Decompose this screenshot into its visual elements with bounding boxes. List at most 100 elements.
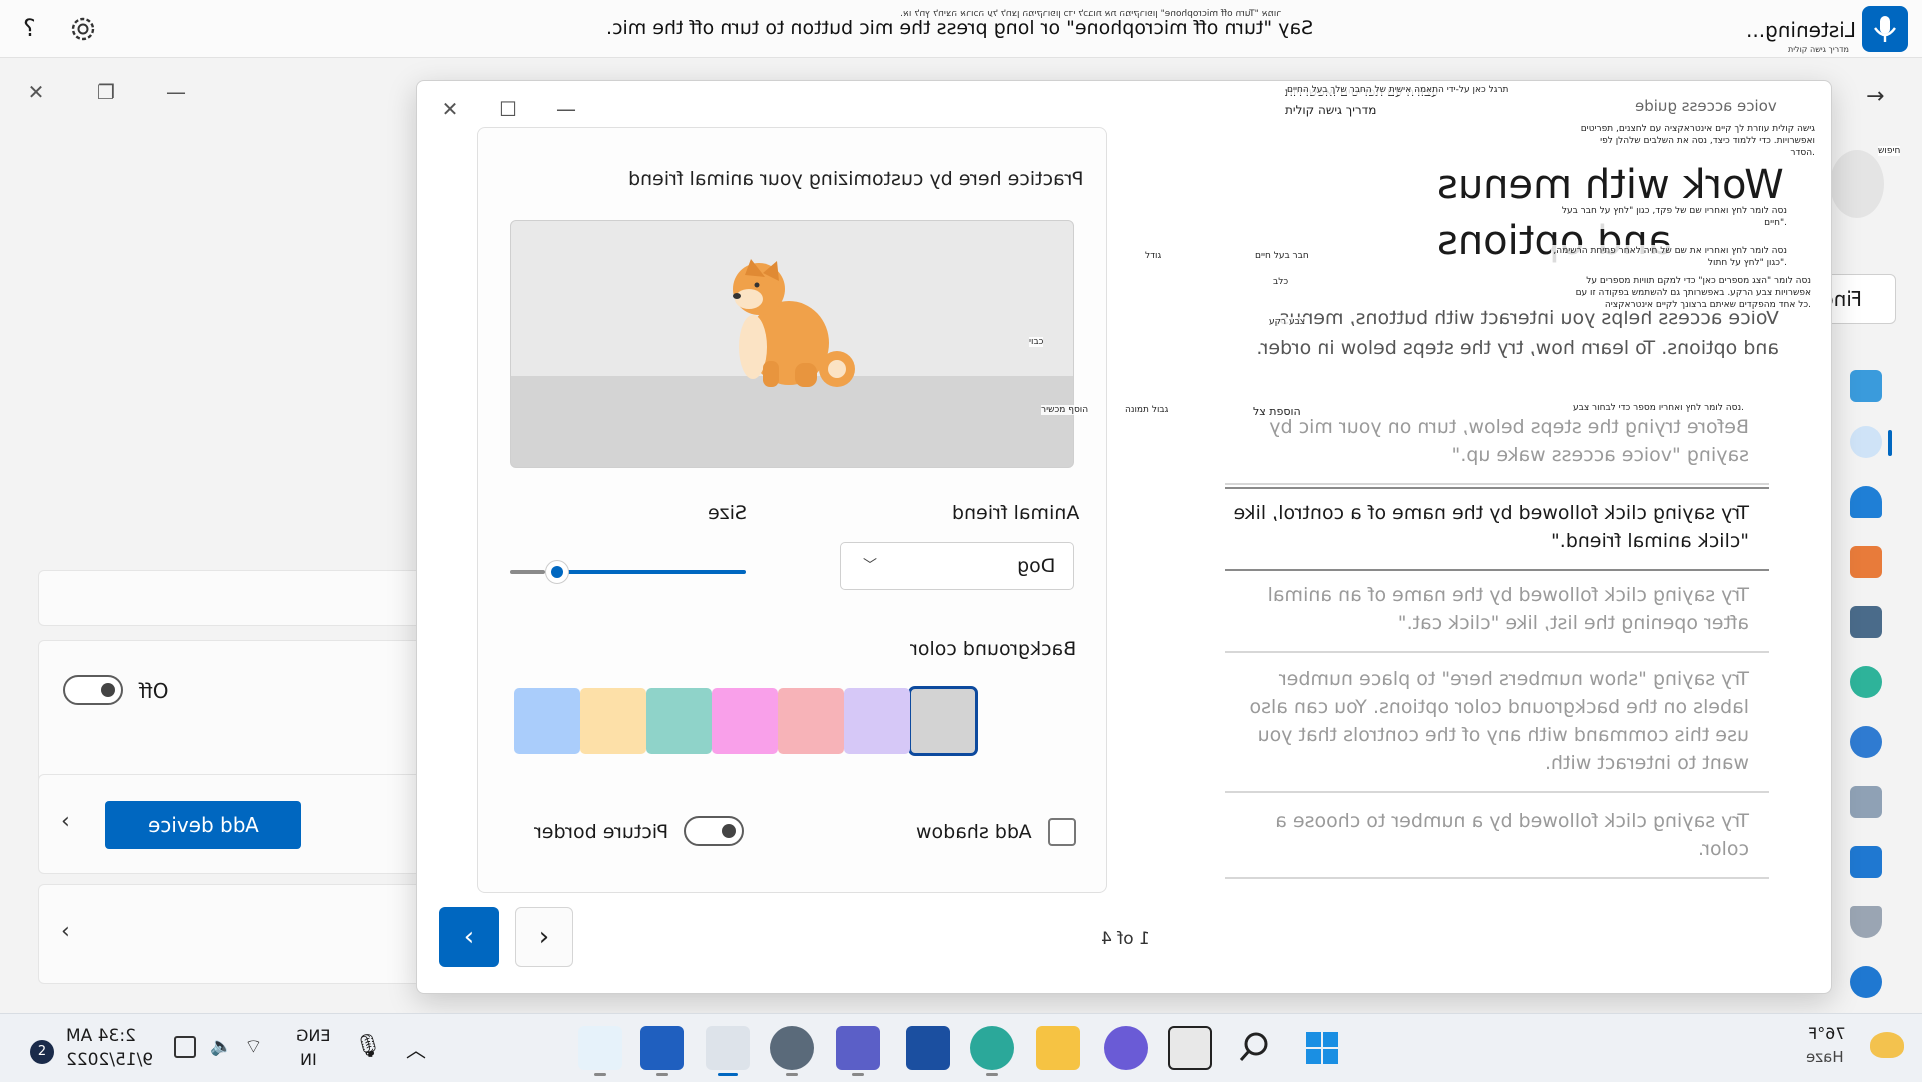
picture-border-toggle[interactable] [684,816,744,846]
clock-date[interactable]: 9/15/2022 [66,1050,153,1070]
dog-illustration [733,259,855,387]
personalization-icon[interactable] [1850,546,1882,578]
windows-update-icon[interactable] [1850,966,1882,998]
clock-time[interactable]: 2:34 AM [66,1026,136,1046]
color-swatch-magenta[interactable] [712,688,778,754]
weather-temperature[interactable]: 76°F [1808,1024,1846,1043]
tag-dog: כלב [1273,277,1289,287]
add-device-button[interactable]: Add device [105,801,301,849]
voice-access-app-icon[interactable] [578,1026,622,1076]
tag-step-5: נסה לומר לחץ ואחריו מספר כדי לבחור צבע. [1573,403,1744,413]
teams-app-icon[interactable] [836,1026,880,1076]
settings-card-add-device: ‹ Add device [38,774,458,874]
page-indicator: 1 of 4 [1101,929,1150,949]
guide-step-4: Try saying "show numbers here" to place … [1225,655,1769,793]
gaming-icon[interactable] [1850,786,1882,818]
language-region[interactable]: IN [300,1050,317,1069]
network-icon[interactable] [1850,486,1882,518]
practice-panel: Practice here by customizing your animal… [477,127,1107,893]
guide-intro: Voice access helps you interact with but… [1256,307,1779,359]
picture-border-label: Picture border [534,821,669,843]
accessibility-icon[interactable] [1850,846,1882,878]
color-swatch-peach[interactable] [580,688,646,754]
microphone-button[interactable] [1862,6,1908,52]
add-shadow-checkbox[interactable] [1048,818,1076,846]
bluetooth-icon[interactable] [1850,426,1882,458]
color-swatch-blue[interactable] [514,688,580,754]
chat-app-icon[interactable] [1104,1026,1148,1070]
microphone-icon [1874,16,1896,42]
file-explorer-icon[interactable] [1036,1026,1080,1070]
accounts-icon[interactable] [1850,666,1882,698]
animal-friend-label: Animal friend [952,502,1080,524]
mic-muted-icon[interactable]: 🎙 [354,1034,382,1059]
color-swatch-lavender[interactable] [844,688,910,754]
animal-friend-dropdown[interactable]: ﹀ Dog [840,542,1074,590]
background-color-label: Background color [910,638,1077,660]
avatar[interactable] [1830,150,1884,218]
word-app-icon[interactable] [640,1026,684,1076]
battery-icon[interactable] [174,1036,196,1058]
search-icon[interactable] [1232,1026,1276,1070]
restore-icon[interactable]: ❐ [86,74,126,110]
tag-search: חיפוש [1878,146,1901,156]
tag-off: כבוי [1029,337,1044,347]
size-slider[interactable] [510,560,746,584]
weather-icon[interactable] [1870,1032,1904,1058]
guide-step-5: Try saying click followed by a number to… [1225,797,1769,879]
minimize-icon[interactable]: — [156,74,196,110]
settings-card-more[interactable]: ‹ [38,884,458,984]
voice-access-guide-window: ✕ ☐ — voice access guide Work with menus… [416,80,1832,994]
system-icon[interactable] [1850,370,1882,402]
bluetooth-toggle[interactable] [63,675,123,705]
privacy-security-icon[interactable] [1850,906,1882,938]
tag-size: גודל [1145,251,1162,261]
apps-icon[interactable] [1850,606,1882,638]
wifi-icon[interactable]: ⌔ [244,1034,263,1059]
guide-maximize-icon[interactable]: ☐ [485,89,531,129]
volume-icon[interactable]: 🔈 [210,1036,232,1057]
close-icon[interactable]: ✕ [16,74,56,110]
voice-access-bar: ? אמור "Turn off microphone" או לחץ לחיצ… [0,0,1922,58]
help-icon[interactable]: ? [14,14,44,44]
notification-badge[interactable]: 2 [30,1040,54,1064]
add-shadow-label: Add shadow [916,821,1032,843]
size-label: Size [708,502,748,524]
size-slider-thumb[interactable] [545,560,569,584]
tag-picture-border: גבול תמונה [1125,405,1169,415]
voice-message: Say "turn off microphone" or long press … [606,17,1314,39]
nav-selection-indicator [1888,430,1892,456]
guide-step-3: Try saying click followed by the name of… [1225,571,1769,653]
listening-status: Listening... [1746,18,1856,42]
back-arrow-icon[interactable]: → [1866,84,1884,109]
next-page-button[interactable]: › [515,907,573,967]
chevron-up-icon[interactable]: ︿ [406,1034,426,1063]
color-swatch-pink[interactable] [778,688,844,754]
color-swatch-teal[interactable] [646,688,712,754]
settings-app-icon[interactable] [770,1026,814,1076]
tag-practice-title: תרגל כאן על-ידי התאמה אישית של החבר שלך … [1287,85,1509,95]
tag-step-2: נסה לומר לחץ ואחריו שם של פקד, כגון "לחץ… [1551,205,1787,229]
store-app-icon[interactable] [906,1026,950,1070]
tag-add-shadow: הוספת צל [1253,405,1301,418]
start-windows-icon[interactable] [1300,1026,1344,1070]
guide-step-1: Before trying the steps below, turn on y… [1225,403,1769,485]
snipping-tool-icon[interactable] [706,1026,750,1076]
previous-page-button[interactable]: ‹ [439,907,499,967]
tag-intro: גישה קולית עוזרת לך קיים אינטראקציה עם ל… [1579,123,1815,159]
chevron-down-icon: ﹀ [863,558,877,574]
color-swatch-gray[interactable] [908,686,978,756]
settings-gear-icon[interactable] [66,12,100,46]
guide-close-icon[interactable]: ✕ [427,89,473,129]
animal-picture [510,220,1074,468]
chevron-left-icon[interactable]: ‹ [61,919,70,944]
guide-minimize-icon[interactable]: — [543,89,589,129]
time-language-icon[interactable] [1850,726,1882,758]
chevron-left-icon[interactable]: ‹ [61,809,70,834]
language-indicator[interactable]: ENG [296,1026,330,1045]
tag-add-device: הוסף מכשיר [1041,405,1089,415]
edge-app-icon[interactable] [970,1026,1014,1076]
task-view-icon[interactable] [1168,1026,1212,1070]
practice-title: Practice here by customizing your animal… [628,168,1084,190]
weather-condition[interactable]: Haze [1806,1048,1844,1066]
